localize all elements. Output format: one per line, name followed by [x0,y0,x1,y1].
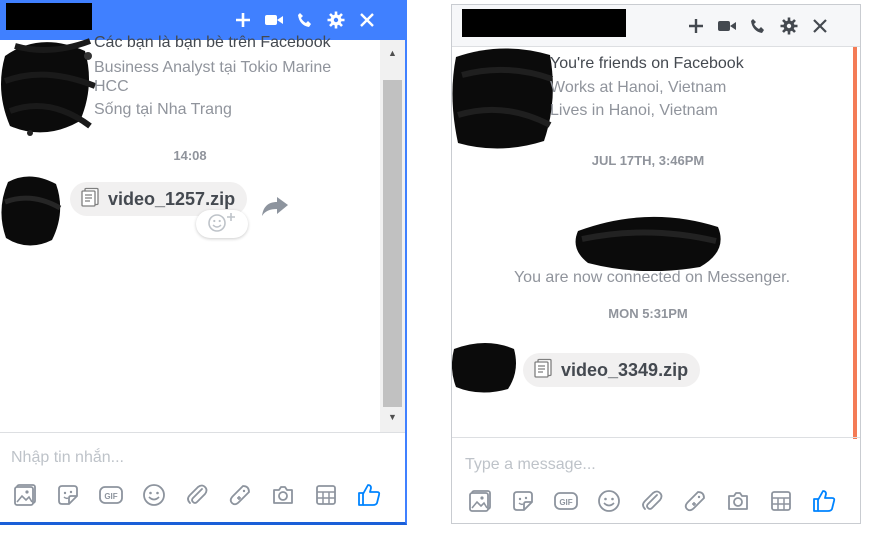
photo-icon[interactable] [467,488,493,514]
screenshot-stage: ▲ ▼ Các bạn là bạn bè trên Facebook Busi… [0,0,879,533]
close-icon[interactable] [355,8,379,32]
composer-toolbar: GIF [467,488,854,514]
scrollbar[interactable]: ▲ ▼ [380,40,405,432]
add-reaction-icon [206,211,238,238]
message-timestamp: 14:08 [173,148,207,163]
work-info-text: Works at Hanoi, Vietnam [550,79,727,96]
lives-info-text: Sống tại Nha Trang [94,101,232,118]
redacted-name [462,9,626,37]
redacted-name [6,3,92,30]
scroll-up-arrow-icon[interactable]: ▲ [388,48,397,58]
file-icon [80,187,100,212]
message-timestamp: MON 5:31PM [608,306,688,321]
file-icon [533,358,553,383]
like-icon[interactable] [356,482,382,508]
phone-icon[interactable] [746,14,770,38]
work-info-text-continued: HCC [94,78,129,95]
friends-info-text: Các bạn là bạn bè trên Facebook [94,34,331,51]
friends-info-text: You're friends on Facebook [550,55,744,72]
chat-window-english: You're friends on Facebook Works at Hano… [451,4,861,524]
scroll-down-arrow-icon[interactable]: ▼ [388,412,397,422]
message-timestamp: JUL 17TH, 3:46PM [591,153,705,168]
camera-icon[interactable] [270,482,296,508]
connected-notice: You are now connected on Messenger. [513,269,791,286]
emoji-icon[interactable] [141,482,167,508]
camera-icon[interactable] [725,488,751,514]
composer-divider [452,437,860,438]
game-icon[interactable] [682,488,708,514]
redacted-profile-photo [452,48,554,149]
header-actions [677,5,832,47]
composer-divider [0,432,405,433]
chat-header [452,5,860,47]
emoji-icon[interactable] [596,488,622,514]
attach-icon[interactable] [639,488,665,514]
gear-icon[interactable] [324,8,348,32]
scrollbar-accent[interactable] [853,47,857,439]
svg-text:GIF: GIF [559,498,572,507]
redacted-profile-photo [1,38,97,136]
composer-toolbar: GIF [12,482,399,508]
plan-icon[interactable] [768,488,794,514]
attach-icon[interactable] [184,482,210,508]
gif-icon[interactable]: GIF [553,488,579,514]
message-input[interactable]: Type a message... [465,456,596,474]
work-info-text: Business Analyst tại Tokio Marine [94,59,332,76]
lives-info-text: Lives in Hanoi, Vietnam [550,102,718,119]
plan-icon[interactable] [313,482,339,508]
forward-share-icon[interactable] [261,196,289,223]
plus-icon[interactable] [231,8,255,32]
attachment-filename[interactable]: video_3349.zip [561,360,688,381]
svg-text:GIF: GIF [104,492,117,501]
add-reaction-button[interactable] [196,210,248,238]
scrollbar-thumb[interactable] [383,80,402,407]
game-icon[interactable] [227,482,253,508]
redacted-avatar [452,343,516,393]
attachment-filename[interactable]: video_1257.zip [108,189,235,210]
phone-icon[interactable] [293,8,317,32]
message-input[interactable]: Nhập tin nhắn... [11,449,124,467]
attachment-bubble[interactable]: video_3349.zip [523,353,701,387]
gear-icon[interactable] [777,14,801,38]
photo-icon[interactable] [12,482,38,508]
close-icon[interactable] [808,14,832,38]
plus-icon[interactable] [684,14,708,38]
redacted-contact-avatar [575,216,721,271]
sticker-icon[interactable] [510,488,536,514]
sticker-icon[interactable] [55,482,81,508]
redacted-avatar [1,176,62,246]
like-icon[interactable] [811,488,837,514]
video-call-icon[interactable] [262,8,286,32]
chat-window-vietnamese: ▲ ▼ Các bạn là bạn bè trên Facebook Busi… [0,0,407,525]
video-call-icon[interactable] [715,14,739,38]
gif-icon[interactable]: GIF [98,482,124,508]
